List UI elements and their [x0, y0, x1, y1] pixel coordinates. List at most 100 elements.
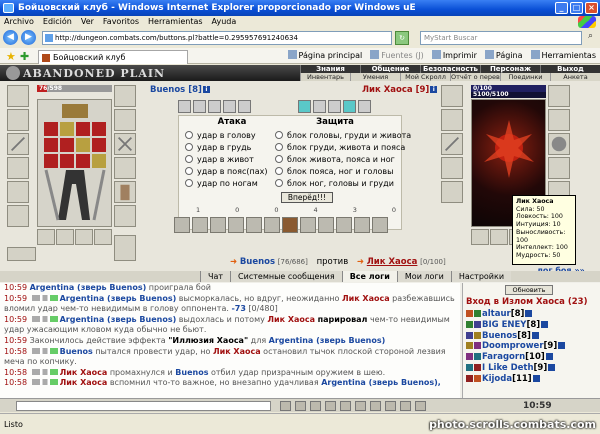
gloves-slot[interactable] [114, 109, 136, 131]
private-message-icon[interactable] [466, 353, 473, 361]
close-button[interactable]: × [585, 2, 598, 14]
user-name[interactable]: Faragorn [482, 352, 525, 362]
info-icon[interactable] [532, 374, 540, 382]
exit-icon[interactable] [415, 401, 426, 411]
online-user[interactable]: BIG ENEY[8] [466, 320, 596, 331]
skill-icon[interactable] [300, 217, 316, 233]
subnav-scroll[interactable]: Мой Скролл [400, 73, 450, 81]
necklace-slot[interactable] [7, 109, 29, 131]
online-user[interactable]: altaur[8] [466, 309, 596, 320]
effect-icon[interactable] [313, 100, 326, 113]
effect-icon[interactable] [238, 100, 251, 113]
helmet-slot[interactable] [7, 85, 29, 107]
ring-slot-4[interactable] [94, 229, 112, 245]
private-message-icon[interactable] [466, 342, 473, 350]
shield-slot[interactable] [548, 133, 570, 155]
private-message-icon[interactable] [466, 331, 473, 339]
private-message-icon[interactable] [466, 320, 473, 328]
user-name[interactable]: I Like Deth [482, 363, 534, 373]
menu-archivo[interactable]: Archivo [4, 16, 34, 28]
earring-slot[interactable] [548, 85, 570, 107]
defense-option-1[interactable]: блок головы, груди и живота [275, 130, 411, 141]
effect-icon[interactable] [298, 100, 311, 113]
radio-icon[interactable] [185, 179, 193, 187]
user-name[interactable]: altaur [482, 309, 511, 319]
defense-option-2[interactable]: блок груди, живота и пояса [275, 142, 405, 153]
player-name-link[interactable]: Buenos [60, 347, 93, 356]
necklace-slot[interactable] [441, 109, 463, 131]
effect-icon[interactable] [193, 100, 206, 113]
send-icon[interactable] [280, 401, 291, 411]
gloves-slot[interactable] [548, 109, 570, 131]
player-name-link[interactable]: Лик Хаоса [267, 315, 315, 324]
translit-icon[interactable] [325, 401, 336, 411]
attack-option-legs[interactable]: удар по ногам [185, 178, 258, 189]
search-input[interactable]: MyStart Buscar [420, 31, 582, 45]
print-button[interactable]: Imprimir [431, 50, 477, 62]
skill-icon[interactable] [228, 217, 244, 233]
forward-arrow-icon[interactable]: ▶ [21, 30, 36, 45]
radio-icon[interactable] [185, 155, 193, 163]
feeds-button[interactable]: Fuentes (J) [370, 50, 424, 62]
subnav-fights[interactable]: Поединки [500, 73, 550, 81]
skill-icon[interactable] [264, 217, 280, 233]
subnav-skills[interactable]: Умения [350, 73, 400, 81]
right-fighter-name[interactable]: Лик Хаоса [9] i [362, 85, 438, 95]
player-name-link[interactable]: Argentina (зверь Buenos) [60, 315, 177, 324]
info-icon[interactable] [541, 320, 549, 328]
online-user[interactable]: Faragorn[10] [466, 352, 596, 363]
skill-icon[interactable] [372, 217, 388, 233]
weapon-slot[interactable] [7, 133, 29, 155]
menu-favoritos[interactable]: Favoritos [103, 16, 139, 28]
trousers-slot[interactable] [114, 181, 136, 203]
nav-personazh[interactable]: Персонаж [480, 65, 540, 73]
chat-input[interactable] [16, 401, 271, 411]
skill-icon[interactable] [336, 217, 352, 233]
effect-icon[interactable] [358, 100, 371, 113]
earring-slot[interactable] [114, 85, 136, 107]
vs-right-name[interactable]: Лик Хаоса [367, 257, 418, 267]
menu-edicion[interactable]: Edición [43, 16, 72, 28]
smile-icon[interactable] [310, 401, 321, 411]
skill-icon[interactable] [354, 217, 370, 233]
nav-vykhod[interactable]: Выход [540, 65, 600, 73]
user-name[interactable]: BIG ENEY [482, 320, 526, 330]
effect-icon[interactable] [208, 100, 221, 113]
ring-slot-2[interactable] [490, 229, 508, 245]
info-icon[interactable] [531, 331, 539, 339]
radio-icon[interactable] [275, 143, 283, 151]
player-name-link[interactable]: Buenos [175, 368, 208, 377]
player-name-link[interactable]: Argentina (зверь Buenos) [269, 336, 386, 345]
defense-option-3[interactable]: блок живота, пояса и ног [275, 154, 395, 165]
defense-option-4[interactable]: блок пояса, ног и головы [275, 166, 393, 177]
info-icon[interactable] [548, 363, 556, 371]
nav-obshchenie[interactable]: Общение [360, 65, 420, 73]
shield-slot[interactable] [114, 133, 136, 155]
subnav-profile[interactable]: Анкета [550, 73, 600, 81]
skill-icon[interactable] [192, 217, 208, 233]
nav-znaniya[interactable]: Знания [300, 65, 360, 73]
clan-icon[interactable] [474, 310, 481, 317]
attack-option-waist[interactable]: удар в пояс(пах) [185, 166, 268, 177]
chat-tab-all-logs[interactable]: Все логи [341, 271, 397, 282]
radio-icon[interactable] [185, 143, 193, 151]
nav-bezopasnost[interactable]: Безопасность [420, 65, 480, 73]
page-menu-button[interactable]: Página [484, 50, 523, 62]
help-icon[interactable] [400, 401, 411, 411]
clan-icon[interactable] [474, 320, 481, 328]
chat-tab-system[interactable]: Системные сообщения [230, 271, 342, 282]
clan-icon[interactable] [474, 342, 481, 350]
radio-icon[interactable] [185, 167, 193, 175]
ring-slot-2[interactable] [56, 229, 74, 245]
armor-slot[interactable] [7, 157, 29, 179]
sound-icon[interactable] [370, 401, 381, 411]
info-icon[interactable]: i [202, 86, 210, 93]
subnav-inventory[interactable]: Инвентарь [300, 73, 350, 81]
effect-icon[interactable] [178, 100, 191, 113]
skill-icon[interactable] [318, 217, 334, 233]
player-name-link[interactable]: Argentina (зверь Buenos) [60, 294, 177, 303]
radio-icon[interactable] [275, 179, 283, 187]
tools-menu-button[interactable]: Herramientas [530, 50, 596, 62]
tab-combats[interactable]: Бойцовский клуб [38, 50, 188, 64]
go-button[interactable]: Вперёд!!! [281, 192, 333, 203]
